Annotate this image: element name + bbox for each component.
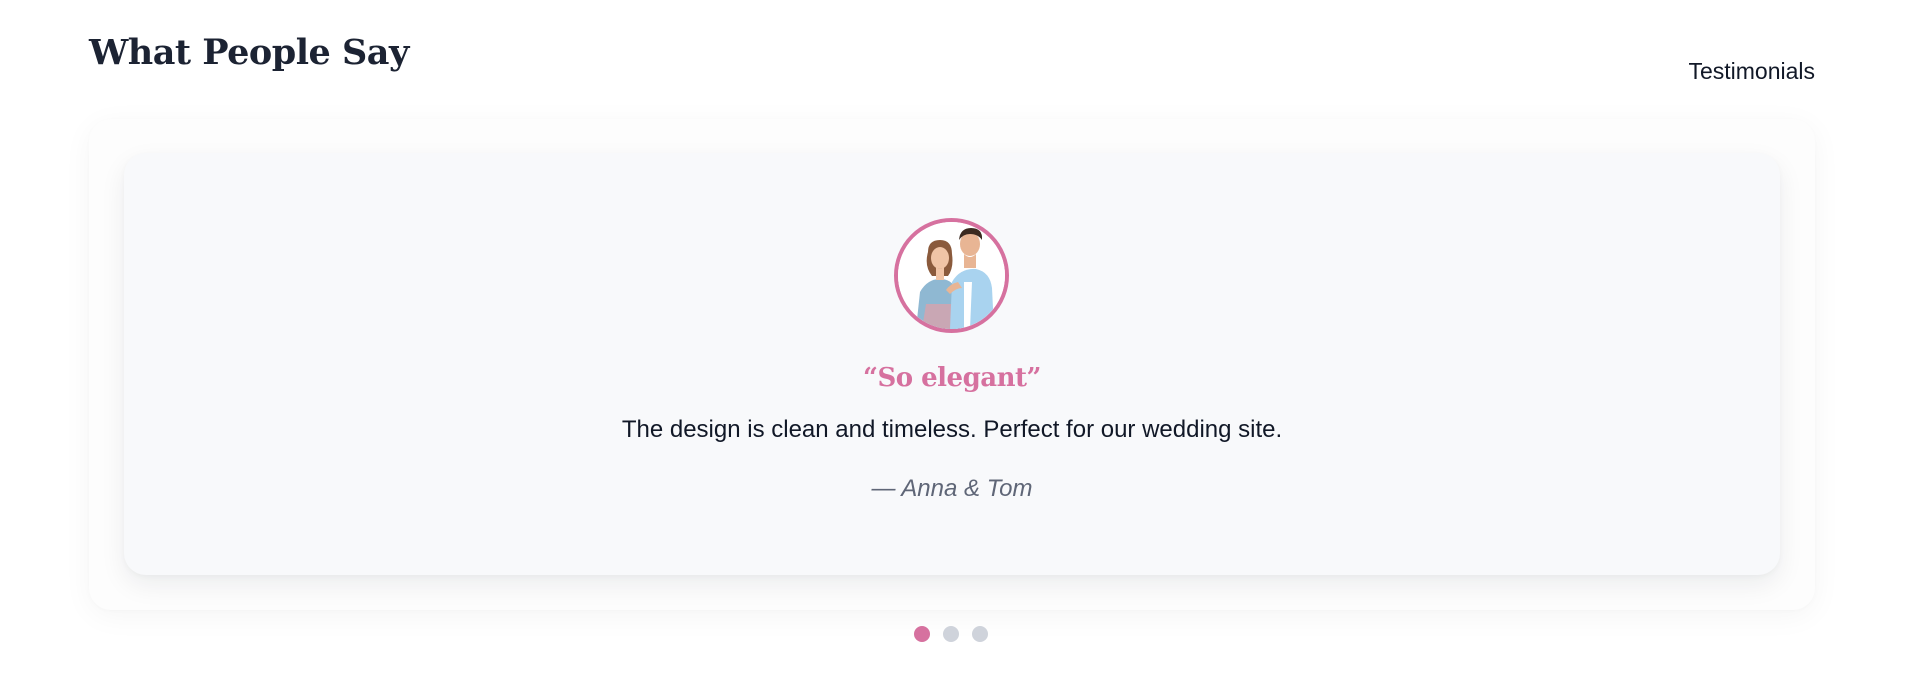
- testimonial-author: — Anna & Tom: [871, 475, 1033, 502]
- section-label: Testimonials: [1688, 58, 1815, 84]
- testimonial-title: “So elegant”: [863, 363, 1041, 393]
- carousel-dot-3[interactable]: [972, 626, 988, 642]
- carousel-dot-1[interactable]: [914, 626, 930, 642]
- page-title: What People Say: [89, 32, 409, 73]
- couple-photo-icon: [898, 222, 1005, 329]
- testimonial-text: The design is clean and timeless. Perfec…: [621, 416, 1283, 443]
- carousel-dot-2[interactable]: [943, 626, 959, 642]
- carousel-pagination: [914, 626, 988, 642]
- testimonial-carousel: “So elegant” The design is clean and tim…: [89, 119, 1815, 610]
- testimonial-card: “So elegant” The design is clean and tim…: [124, 153, 1780, 575]
- avatar: [894, 218, 1009, 333]
